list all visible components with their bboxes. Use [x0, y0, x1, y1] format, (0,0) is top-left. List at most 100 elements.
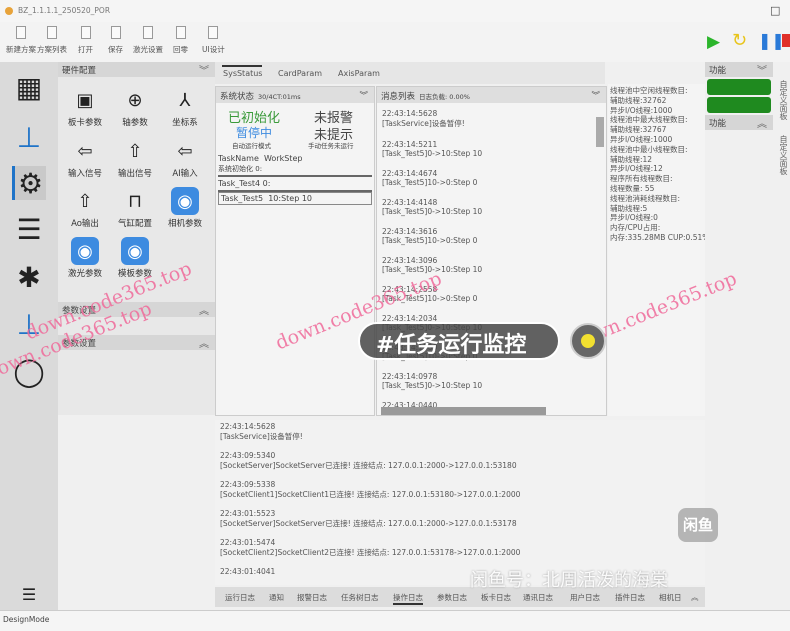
cylinder-icon: ⊓: [127, 190, 143, 212]
tab-sysstatus[interactable]: SysStatus: [223, 69, 262, 78]
output-signal-button[interactable]: ⇧ 输出信号: [110, 137, 160, 180]
scrollbar-thumb[interactable]: [596, 117, 604, 147]
plan-list-button[interactable]: 方案列表: [37, 26, 67, 55]
tab-cardparam[interactable]: CardParam: [278, 69, 322, 78]
home-button[interactable]: 回零: [173, 26, 188, 55]
open-button[interactable]: 打开: [78, 26, 93, 55]
info-line: 线程数量: 55: [610, 183, 655, 193]
message-text: [TaskService]设备暂停!: [382, 119, 465, 128]
settings-icon[interactable]: ⚙: [12, 166, 46, 200]
card-params-button[interactable]: ▣ 板卡参数: [60, 86, 110, 129]
laser-settings-button[interactable]: 激光设置: [133, 26, 163, 55]
task-table-header: TaskName WorkStep: [218, 154, 303, 163]
hardware-panel: 硬件配置 ︾ ▣ 板卡参数 ⊕ 轴参数 ⅄ 坐标系 ⇦ 输入信号 ⇧ 输出信号 ⇦ AI输入 …: [58, 62, 215, 415]
system-info-panel: 线程池中空闲线程数目: 辅助线程:32762 异步I/O线程:1000 线程池中最大线…: [608, 84, 709, 416]
log-tab[interactable]: 通知: [269, 592, 284, 603]
collapse-icon[interactable]: ︾: [591, 89, 600, 101]
log-tab[interactable]: 运行日志: [225, 592, 255, 603]
table-row[interactable]: Task_Test4 0:: [218, 177, 372, 192]
system-status-header: 系统状态 30/4CT:01ms ︾: [216, 87, 374, 103]
hardware-header: 硬件配置 ︾: [58, 62, 215, 77]
log-time: 22:43:14:5628: [220, 422, 276, 431]
message-item: 22:43:14:4674 [Task_Test5]10->0:Step 0: [382, 169, 601, 187]
expand-icon[interactable]: ︽: [691, 592, 699, 603]
record-indicator: [570, 323, 606, 359]
side-tab-custom-panel[interactable]: 自定义面板: [775, 80, 789, 120]
table-row[interactable]: Task_Test5 10:Step 10: [218, 192, 372, 205]
pause-icon[interactable]: ❚❚: [758, 31, 785, 50]
axis-params-button[interactable]: ⊕ 轴参数: [110, 86, 160, 129]
info-line: 线程池中最大线程数目:: [610, 115, 688, 125]
ui-design-button[interactable]: UI设计: [202, 26, 225, 55]
maximize-button[interactable]: □: [770, 4, 780, 17]
laser-params-button[interactable]: ◉ 激光参数: [60, 237, 110, 279]
tab-bar: SysStatus CardParam AxisParam: [215, 62, 605, 84]
log-text: [TaskService]设备暂停!: [220, 432, 303, 441]
side-tab-custom-panel-2[interactable]: 自定义面板: [775, 135, 789, 175]
function-button-1[interactable]: [707, 79, 771, 95]
play-icon[interactable]: ▶: [707, 32, 720, 52]
list-icon[interactable]: ☰: [12, 212, 46, 246]
collapse-icon[interactable]: ︾: [359, 89, 368, 101]
message-text: [Task_Test5]0->10:Step 10: [382, 265, 483, 274]
log-tab[interactable]: 相机日: [659, 592, 682, 603]
message-text: [Task_Test5]10->0:Step 0: [382, 178, 478, 187]
message-list-header: 消息列表 日志负载: 0.00% ︾: [377, 87, 606, 103]
function-button-2[interactable]: [707, 97, 771, 113]
message-time: 22:43:14:4148: [382, 198, 438, 207]
info-line: 程序所有线程数目:: [610, 174, 673, 184]
dashboard-icon[interactable]: ▦: [12, 70, 46, 104]
hierarchy-icon[interactable]: ⊥: [12, 120, 46, 154]
log-tab[interactable]: 操作日志: [393, 592, 423, 605]
file-icon: [110, 26, 121, 39]
new-plan-button[interactable]: 新建方案: [6, 26, 36, 55]
info-line: 异步I/O线程:0: [610, 213, 658, 223]
message-item: 22:43:14:0978 [Task_Test5]0->10:Step 10: [382, 372, 601, 390]
reset-icon[interactable]: ↻: [732, 30, 747, 51]
message-text: [Task_Test5]0->10:Step 10: [382, 149, 483, 158]
camera-params-button[interactable]: ◉ 相机参数: [160, 187, 210, 229]
expand-icon: ︽: [199, 339, 209, 350]
collapse-icon[interactable]: ︾: [199, 62, 209, 77]
file-icon: [143, 26, 153, 39]
message-time: 22:43:14:5211: [382, 140, 438, 149]
title-bar: BZ_1.1.1.1_250520_POR □: [0, 0, 790, 22]
horizontal-scrollbar[interactable]: [381, 407, 546, 415]
log-tab[interactable]: 报警日志: [297, 592, 327, 603]
xianyu-logo: 闲鱼: [678, 508, 718, 542]
collapse-icon[interactable]: ︾: [757, 62, 767, 77]
log-tab[interactable]: 板卡日志: [481, 592, 511, 603]
message-item: 22:43:14:4148 [Task_Test5]0->10:Step 10: [382, 198, 601, 216]
message-item: 22:43:14:5211 [Task_Test5]0->10:Step 10: [382, 140, 601, 158]
output-icon: ⇧: [127, 140, 143, 162]
coordinate-button[interactable]: ⅄ 坐标系: [160, 86, 210, 129]
message-time: 22:43:14:5628: [382, 109, 438, 118]
task-table: TaskName WorkStep 系统初始化 0: Task_Test4 0:…: [218, 154, 372, 205]
caption-overlay: #任务运行监控: [358, 322, 560, 360]
info-line: 辅助线程:12: [610, 154, 653, 164]
bug-icon[interactable]: ✱: [12, 260, 46, 294]
ao-output-button[interactable]: ⇧ Ao输出: [60, 187, 110, 230]
info-line: 异步I/O线程:1000: [610, 134, 673, 144]
cylinder-button[interactable]: ⊓ 气缸配置: [110, 187, 160, 230]
table-row[interactable]: 系统初始化 0:: [218, 163, 372, 177]
input-signal-button[interactable]: ⇦ 输入信号: [60, 137, 110, 180]
input-icon: ⇦: [77, 140, 93, 162]
save-button[interactable]: 保存: [108, 26, 123, 55]
card-icon: ▣: [76, 89, 94, 111]
log-tab[interactable]: 参数日志: [437, 592, 467, 603]
system-status-panel: 系统状态 30/4CT:01ms ︾ 已初始化 未报警 暂停中 未提示 自动运行模式…: [215, 86, 375, 416]
log-tab[interactable]: 用户日志: [570, 592, 600, 603]
manual-task-label: 手动任务未运行: [308, 142, 354, 150]
stop-icon[interactable]: [782, 34, 790, 47]
log-tab[interactable]: 插件日志: [615, 592, 645, 603]
log-tab[interactable]: 通讯日志: [523, 592, 553, 603]
ai-input-button[interactable]: ⇦ AI输入: [160, 137, 210, 180]
expand-icon[interactable]: ︽: [757, 115, 767, 130]
function-header-2: 功能 ︽: [705, 115, 773, 130]
app-icon: [5, 7, 13, 15]
menu-icon[interactable]: ☰: [12, 584, 46, 604]
tab-axisparam[interactable]: AxisParam: [338, 69, 380, 78]
expand-icon: ︽: [199, 306, 209, 317]
log-tab[interactable]: 任务树日志: [341, 592, 379, 603]
